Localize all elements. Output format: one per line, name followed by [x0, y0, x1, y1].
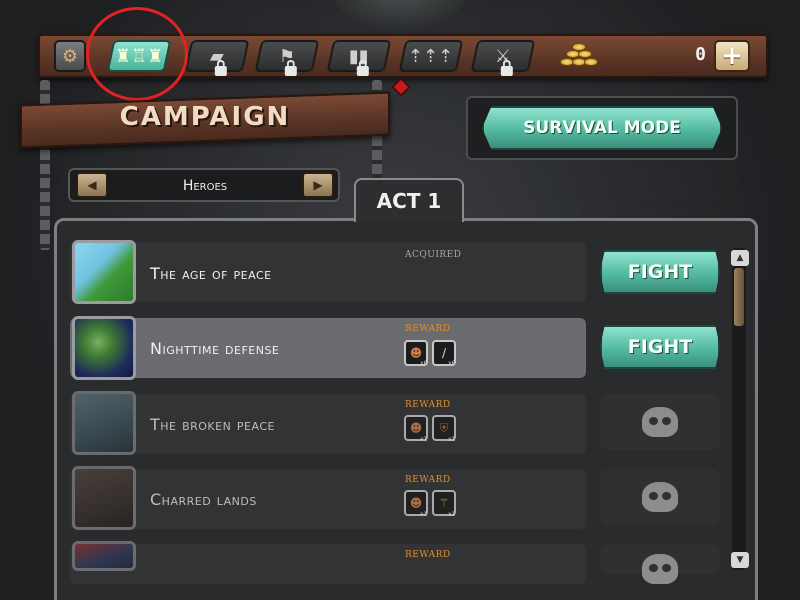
- skull-ornament: [330, 0, 470, 30]
- mission-row-selected[interactable]: [70, 318, 586, 378]
- mission-thumbnail: [72, 391, 136, 455]
- gold-amount: 0: [695, 44, 706, 65]
- mission-title: The broken peace: [150, 415, 275, 434]
- mission-thumbnail: [72, 240, 136, 304]
- arrow-right-icon: ▶: [313, 178, 323, 192]
- mission-row[interactable]: [70, 469, 586, 529]
- locked-mission-slot: [600, 469, 720, 525]
- lock-icon: [284, 66, 297, 76]
- skull-icon: [642, 482, 678, 512]
- lock-icon: [356, 66, 369, 76]
- reward-count: x1: [420, 511, 428, 518]
- reward-count: x6: [420, 360, 428, 367]
- mission-status-tag: REWARD: [405, 400, 451, 410]
- reward-count: x6: [448, 360, 456, 367]
- selector-label: Heroes: [182, 178, 228, 194]
- arrow-down-icon: ▼: [736, 555, 744, 565]
- nav-weapons-button[interactable]: ⚔: [470, 40, 536, 76]
- arrows-icon: ⇡⇡⇡: [408, 45, 454, 67]
- mission-status-tag: REWARD: [405, 475, 451, 485]
- mission-title: The age of peace: [150, 264, 272, 283]
- nav-upgrades-button[interactable]: ⇡⇡⇡: [398, 40, 464, 72]
- selector-prev-button[interactable]: ◀: [76, 172, 108, 198]
- reward-count: x1: [420, 436, 428, 443]
- mission-row[interactable]: [70, 394, 586, 454]
- scroll-down-button[interactable]: ▼: [731, 552, 749, 568]
- red-gem-ornament: [391, 77, 411, 97]
- mission-thumbnail: [72, 466, 136, 530]
- add-gold-button[interactable]: +: [714, 40, 750, 72]
- nav-cards-button[interactable]: ▮▮: [326, 40, 392, 76]
- mission-status-tag: REWARD: [405, 550, 451, 560]
- scrollbar-thumb[interactable]: [734, 268, 744, 326]
- fight-button[interactable]: FIGHT: [600, 325, 720, 369]
- selector-next-button[interactable]: ▶: [302, 172, 334, 198]
- skull-icon: [642, 554, 678, 584]
- lock-icon: [500, 66, 513, 76]
- reward-count: x1: [448, 511, 456, 518]
- locked-mission-slot: [600, 544, 720, 584]
- mission-thumbnail: [72, 541, 136, 571]
- highlight-circle: [86, 7, 188, 101]
- settings-button[interactable]: ⚙: [54, 40, 86, 72]
- mission-title: Nighttime defense: [150, 339, 280, 358]
- mission-status-tag: ACQUIRED: [405, 250, 462, 260]
- mission-status-tag: REWARD: [405, 324, 451, 334]
- scroll-up-button[interactable]: ▲: [731, 250, 749, 266]
- survival-mode-button[interactable]: SURVIVAL MODE: [482, 106, 722, 150]
- skull-icon: [642, 407, 678, 437]
- lock-icon: [214, 66, 227, 76]
- gear-icon: ⚙: [61, 45, 79, 67]
- nav-flag-button[interactable]: ⚑: [254, 40, 320, 76]
- locked-mission-slot: [600, 394, 720, 450]
- mission-thumbnail: [72, 316, 136, 380]
- page-title: CAMPAIGN: [119, 102, 291, 132]
- mission-row[interactable]: [70, 544, 586, 584]
- arrow-up-icon: ▲: [736, 253, 744, 263]
- nav-book-button[interactable]: ▰: [184, 40, 250, 76]
- fight-button[interactable]: FIGHT: [600, 250, 720, 294]
- tab-act-1[interactable]: ACT 1: [354, 178, 464, 222]
- reward-count: x1: [448, 436, 456, 443]
- gold-coins-icon: [556, 42, 600, 70]
- mission-title: Charred lands: [150, 490, 257, 509]
- arrow-left-icon: ◀: [87, 178, 97, 192]
- mission-row[interactable]: [70, 242, 586, 302]
